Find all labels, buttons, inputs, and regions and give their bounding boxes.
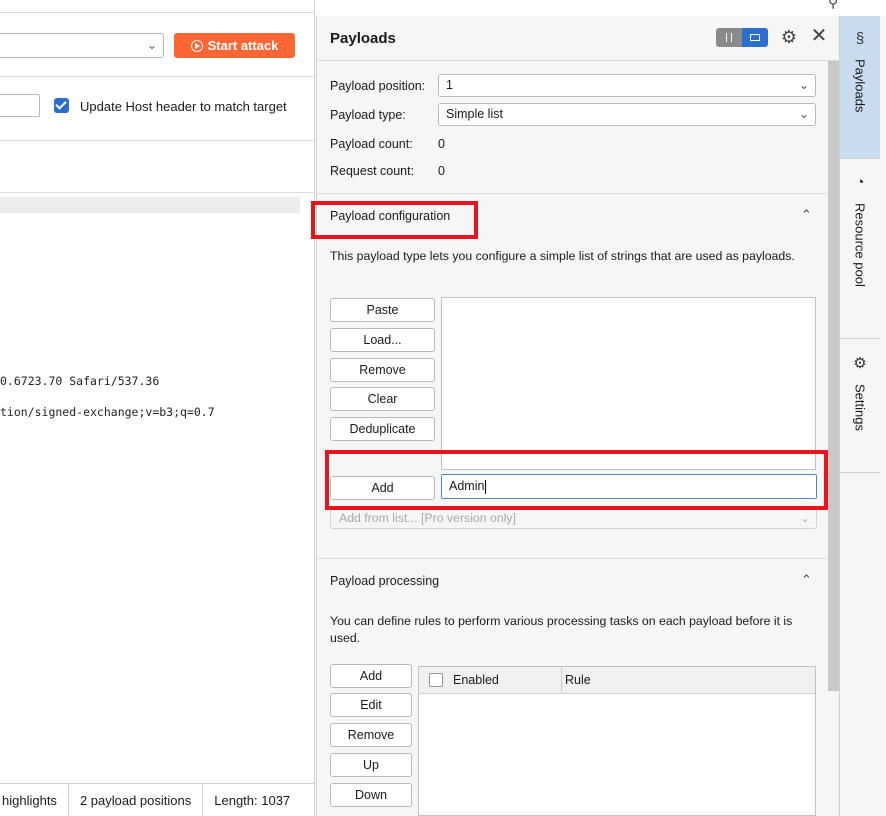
rule-column-header[interactable]: Rule	[562, 667, 815, 693]
request-editor-pane: ⌄ Start attack Update Host header to mat…	[0, 0, 315, 816]
payload-processing-title: Payload processing	[330, 574, 440, 588]
side-tabs: § Payloads ◔ Resource pool ⚙ Settings	[839, 16, 886, 816]
tab-payloads-label: Payloads	[852, 59, 868, 113]
start-attack-label: Start attack	[207, 38, 279, 53]
remove-button[interactable]: Remove	[330, 358, 435, 382]
request-count-value: 0	[438, 164, 445, 178]
payload-count-value: 0	[438, 137, 445, 151]
gear-icon[interactable]: ⚙	[779, 27, 799, 47]
payload-position-value: 1	[446, 78, 453, 92]
add-payload-input[interactable]: Admin	[441, 474, 817, 499]
close-icon[interactable]: ✕	[809, 26, 829, 46]
target-select[interactable]: ⌄	[0, 33, 164, 58]
chevron-down-icon: ⌄	[146, 38, 157, 52]
add-rule-button[interactable]: Add	[330, 664, 412, 688]
remove-rule-button[interactable]: Remove	[330, 723, 412, 747]
panel-scrollbar[interactable]	[828, 61, 839, 691]
enabled-column-header[interactable]: Enabled	[419, 667, 562, 693]
divider	[840, 472, 880, 473]
payload-type-select[interactable]: Simple list ⌄	[438, 103, 816, 126]
layout-vertical-icon[interactable]	[742, 28, 768, 47]
chevron-down-icon: ⌄	[798, 78, 809, 92]
payload-processing-description: You can define rules to perform various …	[330, 614, 793, 645]
enabled-column-label: Enabled	[453, 673, 499, 687]
divider	[840, 158, 880, 159]
panel-header: Payloads ⚙ ✕	[317, 16, 840, 61]
panel-title: Payloads	[330, 30, 396, 47]
edit-rule-button[interactable]: Edit	[330, 693, 412, 717]
rule-column-label: Rule	[565, 673, 591, 687]
update-host-label: Update Host header to match target	[80, 99, 287, 114]
add-from-list-label: Add from list... [Pro version only]	[339, 511, 517, 525]
paste-button[interactable]: Paste	[330, 298, 435, 322]
text-caret	[485, 479, 487, 494]
request-line[interactable]: tion/signed-exchange;v=b3;q=0.7	[0, 405, 215, 419]
divider	[317, 193, 827, 194]
chevron-down-icon: ⌄	[798, 107, 809, 121]
add-payload-value: Admin	[449, 479, 485, 493]
chevron-down-icon: ⌄	[799, 511, 810, 525]
highlights-status[interactable]: highlights	[0, 783, 69, 816]
payload-configuration-title: Payload configuration	[330, 209, 451, 223]
divider	[317, 558, 827, 559]
layout-toggle[interactable]	[716, 28, 768, 47]
payload-type-value: Simple list	[446, 107, 503, 121]
tab-resource-pool-label: Resource pool	[852, 203, 868, 287]
status-bar: highlights 2 payload positions Length: 1…	[0, 783, 314, 816]
editor-toolbar	[0, 197, 300, 213]
request-line[interactable]: 0.6723.70 Safari/537.36	[0, 374, 159, 388]
add-from-list-select: Add from list... [Pro version only] ⌄	[330, 507, 817, 529]
divider	[0, 76, 314, 77]
payload-configuration-description: This payload type lets you configure a s…	[330, 249, 795, 263]
payloads-panel: Payloads ⚙ ✕ Payload position: 1 ⌄ Paylo…	[311, 16, 840, 816]
up-rule-button[interactable]: Up	[330, 753, 412, 777]
payload-position-select[interactable]: 1 ⌄	[438, 74, 816, 97]
table-header: Enabled Rule	[419, 667, 815, 694]
processing-rules-table[interactable]: Enabled Rule	[418, 666, 816, 816]
length-status: Length: 1037	[214, 792, 291, 808]
clear-button[interactable]: Clear	[330, 387, 435, 411]
divider	[0, 192, 314, 193]
divider	[0, 12, 314, 13]
deduplicate-button[interactable]: Deduplicate	[330, 417, 435, 441]
payload-type-label: Payload type:	[330, 108, 406, 122]
update-host-checkbox[interactable]	[54, 98, 69, 113]
payload-list[interactable]	[441, 297, 816, 470]
gear-icon: ⚙	[853, 355, 867, 372]
play-icon	[190, 39, 203, 52]
divider	[0, 140, 314, 141]
request-count-label: Request count:	[330, 164, 415, 178]
tab-settings[interactable]: ⚙ Settings	[840, 340, 880, 472]
payloads-icon: §	[855, 30, 865, 47]
tab-settings-label: Settings	[852, 384, 868, 431]
payload-positions-status: 2 payload positions	[69, 783, 204, 816]
chevron-up-icon[interactable]: ⌃	[801, 572, 812, 588]
search-icon[interactable]: ⚲	[828, 0, 838, 11]
pie-chart-icon: ◔	[855, 174, 865, 191]
payload-position-label: Payload position:	[330, 79, 426, 93]
load-button[interactable]: Load...	[330, 328, 435, 352]
add-payload-button[interactable]: Add	[330, 476, 435, 500]
down-rule-button[interactable]: Down	[330, 783, 412, 807]
chevron-up-icon[interactable]: ⌃	[801, 207, 812, 223]
select-all-checkbox[interactable]	[429, 673, 443, 687]
target-host-input[interactable]	[0, 94, 40, 117]
start-attack-button[interactable]: Start attack	[174, 33, 295, 58]
payload-count-label: Payload count:	[330, 137, 413, 151]
tab-payloads[interactable]: § Payloads	[840, 16, 880, 158]
layout-horizontal-icon[interactable]	[716, 28, 742, 47]
divider	[840, 338, 880, 339]
tab-resource-pool[interactable]: ◔ Resource pool	[840, 160, 880, 338]
